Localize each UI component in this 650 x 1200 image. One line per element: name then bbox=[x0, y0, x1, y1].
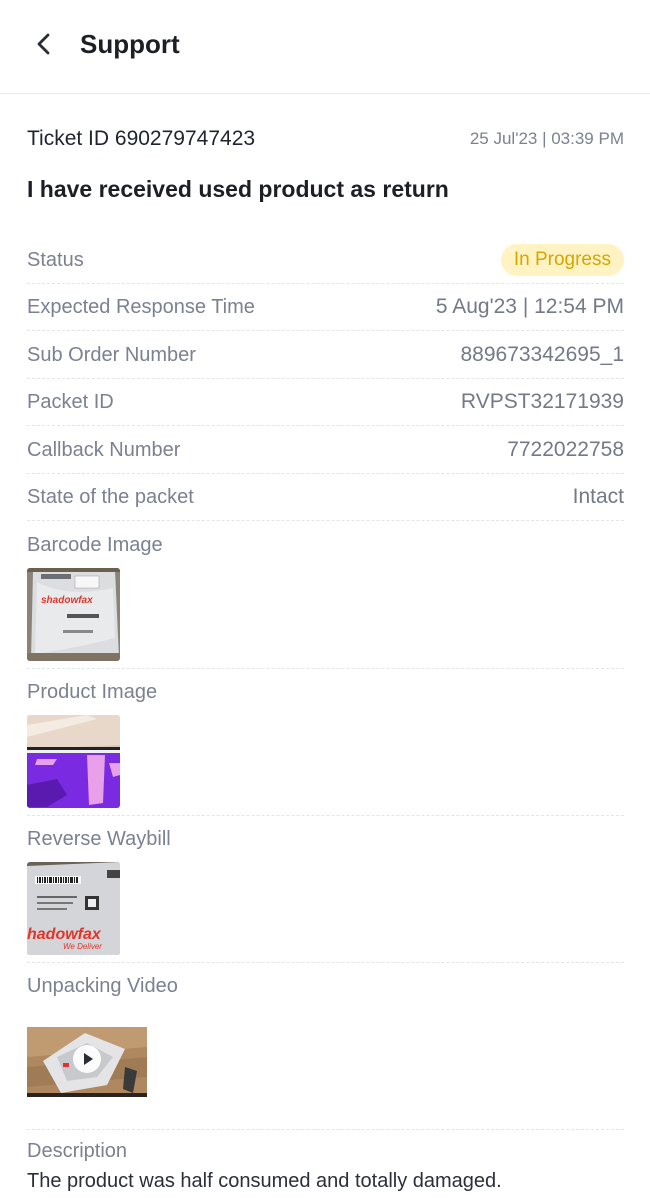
expected-response-value: 5 Aug'23 | 12:54 PM bbox=[435, 295, 624, 318]
callback-row: Callback Number 7722022758 bbox=[27, 427, 624, 474]
barcode-thumbnail[interactable]: shadowfax bbox=[27, 568, 120, 661]
waybill-thumbnail[interactable]: hadowfax We Deliver bbox=[27, 862, 120, 955]
barcode-brand-text: shadowfax bbox=[41, 595, 93, 606]
status-badge: In Progress bbox=[500, 244, 624, 276]
ticket-id: Ticket ID 690279747423 bbox=[27, 127, 256, 150]
ticket-meta: Ticket ID 690279747423 25 Jul'23 | 03:39… bbox=[27, 124, 624, 154]
description-text: The product was half consumed and totall… bbox=[27, 1170, 502, 1192]
sub-order-row: Sub Order Number 889673342695_1 bbox=[27, 332, 624, 379]
video-thumbnail[interactable] bbox=[27, 1027, 147, 1097]
packet-id-value: RVPST32171939 bbox=[460, 390, 624, 413]
product-image bbox=[27, 715, 120, 808]
sub-order-label: Sub Order Number bbox=[27, 343, 196, 366]
packet-state-row: State of the packet Intact bbox=[27, 474, 624, 521]
waybill-section: Reverse Waybill hadowfax We Deliver bbox=[27, 816, 624, 963]
page-title: Support bbox=[80, 29, 180, 59]
product-section: Product Image bbox=[27, 669, 624, 816]
waybill-tagline-text: We Deliver bbox=[63, 942, 102, 951]
sub-order-value: 889673342695_1 bbox=[460, 343, 624, 366]
ticket-date: 25 Jul'23 | 03:39 PM bbox=[469, 129, 624, 148]
status-row: Status In Progress bbox=[27, 237, 624, 284]
callback-label: Callback Number bbox=[27, 438, 181, 461]
product-thumbnail[interactable] bbox=[27, 715, 120, 808]
play-icon bbox=[73, 1045, 101, 1073]
barcode-label: Barcode Image bbox=[27, 534, 163, 556]
expected-response-label: Expected Response Time bbox=[27, 295, 255, 318]
issue-title: I have received used product as return bbox=[27, 176, 449, 202]
description-label: Description bbox=[27, 1140, 128, 1162]
app-header: Support bbox=[0, 0, 650, 94]
chevron-left-icon bbox=[37, 33, 50, 55]
packet-id-label: Packet ID bbox=[27, 390, 114, 413]
callback-value: 7722022758 bbox=[507, 438, 624, 461]
video-section: Unpacking Video bbox=[27, 963, 624, 1130]
barcode-section: Barcode Image shadowfax bbox=[27, 522, 624, 669]
barcode-image bbox=[27, 568, 120, 661]
packet-id-row: Packet ID RVPST32171939 bbox=[27, 379, 624, 426]
back-button[interactable] bbox=[28, 26, 60, 62]
video-label: Unpacking Video bbox=[27, 975, 178, 997]
packet-state-value: Intact bbox=[572, 485, 624, 508]
expected-response-row: Expected Response Time 5 Aug'23 | 12:54 … bbox=[27, 284, 624, 331]
waybill-label: Reverse Waybill bbox=[27, 828, 171, 850]
packet-state-label: State of the packet bbox=[27, 485, 194, 508]
product-label: Product Image bbox=[27, 681, 158, 703]
status-label: Status bbox=[27, 248, 84, 271]
